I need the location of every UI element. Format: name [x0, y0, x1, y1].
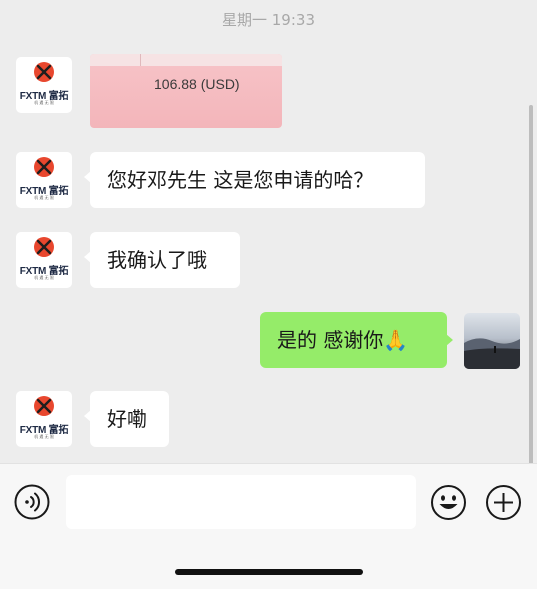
- contact-avatar[interactable]: FXTM 富拓 机 遇 无 限: [16, 152, 72, 208]
- plus-icon: [486, 485, 521, 520]
- image-message[interactable]: 106.88 (USD): [90, 54, 282, 128]
- message-bubble[interactable]: 我确认了哦: [84, 232, 240, 288]
- emoji-icon: [431, 485, 466, 520]
- message-text: 好嘞: [107, 407, 147, 431]
- home-indicator[interactable]: [175, 569, 363, 575]
- contact-avatar[interactable]: FXTM 富拓 机 遇 无 限: [16, 232, 72, 288]
- my-message-bubble[interactable]: 是的 感谢你🙏: [260, 312, 453, 368]
- chat-scrollbar[interactable]: [529, 105, 533, 465]
- logo-subtext: 机 遇 无 限: [34, 434, 54, 439]
- voice-button[interactable]: [14, 484, 50, 520]
- message-bubble[interactable]: 好嘞: [84, 391, 169, 447]
- image-top-strip: [90, 54, 282, 66]
- emoji-button[interactable]: [430, 484, 467, 521]
- message-bubble[interactable]: 您好邓先生 这是您申请的哈？: [84, 152, 425, 208]
- image-amount-text: 106.88 (USD): [154, 76, 240, 92]
- landscape-photo-icon: [464, 313, 520, 369]
- message-text: 您好邓先生 这是您申请的哈？: [107, 168, 374, 192]
- logo-subtext: 机 遇 无 限: [34, 100, 54, 105]
- logo-subtext: 机 遇 无 限: [34, 275, 54, 280]
- voice-icon: [14, 484, 50, 520]
- my-avatar[interactable]: [464, 313, 520, 369]
- message-input[interactable]: [66, 475, 416, 529]
- more-button[interactable]: [485, 484, 522, 521]
- image-strip-divider: [140, 54, 141, 66]
- contact-avatar[interactable]: FXTM 富拓 机 遇 无 限: [16, 391, 72, 447]
- chat-timestamp: 星期一 19:33: [222, 11, 315, 29]
- logo-subtext: 机 遇 无 限: [34, 195, 54, 200]
- contact-avatar[interactable]: FXTM 富拓 机 遇 无 限: [16, 57, 72, 113]
- message-text: 是的 感谢你🙏: [277, 328, 409, 352]
- message-text: 我确认了哦: [107, 248, 207, 272]
